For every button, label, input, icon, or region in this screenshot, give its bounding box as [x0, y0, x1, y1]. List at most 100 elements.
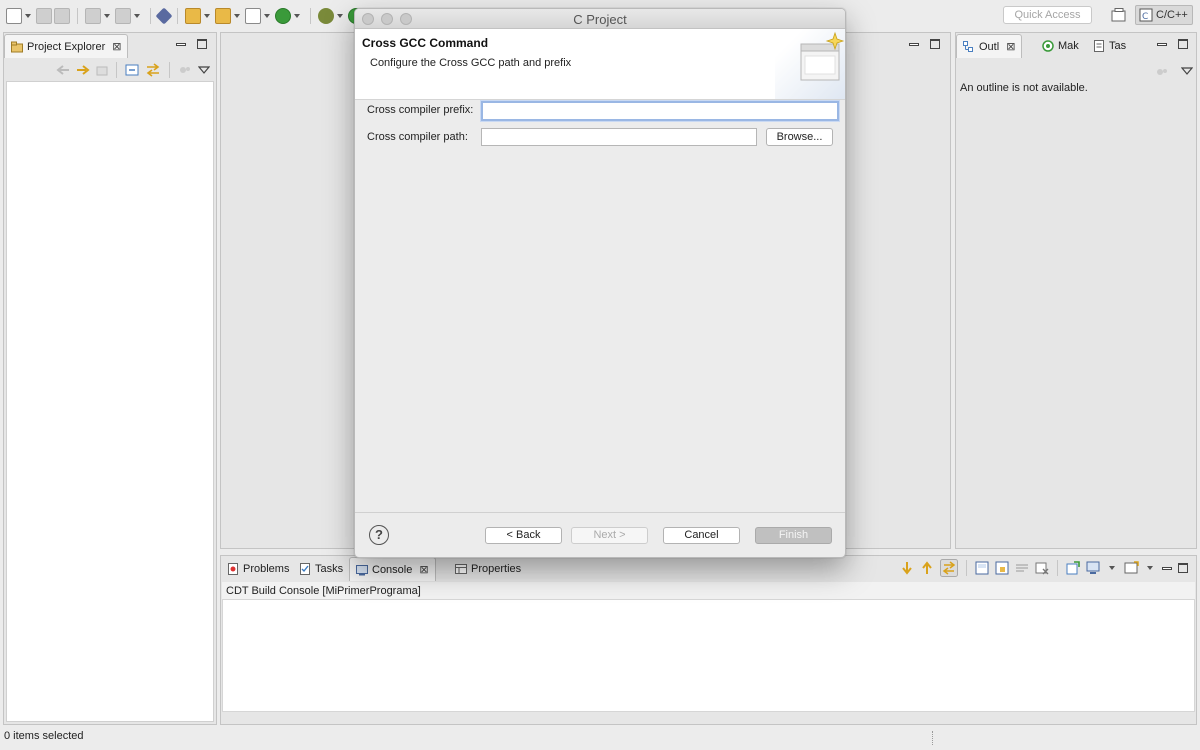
open-perspective-button[interactable]: [1108, 5, 1130, 25]
save-all-icon[interactable]: [54, 8, 70, 24]
pin-console-icon[interactable]: [1066, 561, 1080, 575]
tab-project-explorer[interactable]: Project Explorer ⊠: [4, 34, 129, 58]
project-explorer-toolbar: [4, 59, 216, 81]
build-dropdown-icon[interactable]: [134, 14, 140, 18]
project-tree[interactable]: [6, 81, 214, 722]
tab-tasks[interactable]: Tasks: [293, 557, 349, 581]
dialog-window-title: C Project: [573, 12, 627, 27]
toolbar-separator: [1057, 560, 1058, 576]
build-config-icon[interactable]: [85, 8, 101, 24]
forward-arrow-icon[interactable]: [76, 64, 90, 76]
new-class-dropdown-icon[interactable]: [294, 14, 300, 18]
up-folder-icon[interactable]: [96, 64, 108, 76]
minimize-icon[interactable]: [1157, 39, 1167, 49]
perspective-cpp-button[interactable]: C C/C++: [1135, 5, 1193, 25]
project-explorer-tabbar: Project Explorer ⊠: [4, 33, 216, 58]
tab-label: Outl: [979, 40, 1000, 53]
status-bar: 0 items selected: [0, 726, 1200, 750]
minimize-icon[interactable]: [1162, 563, 1172, 573]
outline-filter-icon[interactable]: [1155, 66, 1169, 78]
debug-icon[interactable]: [318, 8, 334, 24]
word-wrap-icon[interactable]: [1015, 561, 1029, 575]
task-list-icon: [1094, 40, 1104, 52]
tasks-icon: [300, 563, 310, 575]
close-icon[interactable]: ⊠: [419, 563, 428, 576]
new-dropdown-arrow-icon[interactable]: [25, 14, 31, 18]
toolbar-separator: [310, 8, 311, 24]
arrow-down-icon[interactable]: [900, 561, 914, 575]
save-icon[interactable]: [36, 8, 52, 24]
wizard-page-title: Cross GCC Command: [362, 36, 489, 50]
new-folder-dropdown-icon[interactable]: [234, 14, 240, 18]
tab-label: Console: [372, 563, 413, 576]
maximize-icon[interactable]: [197, 39, 207, 49]
open-console-dropdown-icon[interactable]: [1147, 566, 1153, 570]
outline-icon: [963, 40, 973, 52]
build-icon[interactable]: [115, 8, 131, 24]
prefix-label: Cross compiler prefix:: [367, 104, 474, 116]
console-output[interactable]: [222, 600, 1195, 712]
close-icon[interactable]: ⊠: [112, 40, 121, 53]
outline-empty-message: An outline is not available.: [960, 82, 1088, 94]
toolbar-separator: [169, 62, 170, 78]
tab-label: Tasks: [315, 563, 344, 575]
next-button[interactable]: Next >: [571, 527, 648, 544]
finish-button[interactable]: Finish: [755, 527, 832, 544]
new-c-project-icon[interactable]: [185, 8, 201, 24]
cancel-button[interactable]: Cancel: [663, 527, 740, 544]
collapse-all-icon[interactable]: [125, 64, 139, 76]
browse-button[interactable]: Browse...: [766, 128, 833, 146]
new-source-file-icon[interactable]: [245, 8, 261, 24]
status-divider: [932, 731, 933, 745]
display-console-icon[interactable]: [1086, 561, 1102, 575]
link-console-icon[interactable]: [940, 559, 958, 577]
cross-compiler-path-input[interactable]: [481, 128, 757, 146]
tab-properties[interactable]: Properties: [449, 557, 527, 581]
view-menu-chevron-icon[interactable]: [1181, 66, 1193, 76]
scroll-lock-icon[interactable]: [995, 561, 1009, 575]
link-with-editor-icon[interactable]: [145, 63, 161, 77]
new-wizard-icon: [800, 31, 845, 81]
tab-make-targets[interactable]: Mak: [1036, 34, 1085, 58]
display-console-dropdown-icon[interactable]: [1109, 566, 1115, 570]
open-perspective-icon: [1111, 8, 1126, 22]
filter-icon[interactable]: [178, 64, 192, 76]
build-config-dropdown-icon[interactable]: [104, 14, 110, 18]
pin-icon[interactable]: [155, 7, 173, 25]
console-tabbar: Problems Tasks Console ⊠ Properties: [221, 556, 1196, 581]
tab-outline[interactable]: Outl ⊠: [956, 34, 1023, 58]
clear-console-icon[interactable]: [975, 561, 989, 575]
new-source-dropdown-icon[interactable]: [264, 14, 270, 18]
help-icon[interactable]: ?: [369, 525, 389, 545]
wizard-page-header: Cross GCC Command Configure the Cross GC…: [355, 29, 845, 100]
close-icon[interactable]: ⊠: [1006, 40, 1015, 53]
new-source-folder-icon[interactable]: [215, 8, 231, 24]
tab-problems[interactable]: Problems: [221, 557, 295, 581]
maximize-icon[interactable]: [1178, 563, 1188, 573]
debug-dropdown-icon[interactable]: [337, 14, 343, 18]
properties-icon: [455, 564, 467, 574]
minimize-icon[interactable]: [909, 39, 919, 49]
new-project-dropdown-icon[interactable]: [204, 14, 210, 18]
tab-label: Properties: [471, 563, 522, 575]
arrow-up-icon[interactable]: [920, 561, 934, 575]
back-button[interactable]: < Back: [485, 527, 562, 544]
new-class-icon[interactable]: [275, 8, 291, 24]
quick-access-input[interactable]: Quick Access: [1003, 6, 1092, 24]
maximize-icon[interactable]: [1178, 39, 1188, 49]
toolbar-separator: [116, 62, 117, 78]
tab-task-list[interactable]: Tas: [1087, 34, 1132, 58]
view-menu-chevron-icon[interactable]: [198, 65, 210, 75]
open-console-icon[interactable]: [1124, 561, 1140, 575]
back-arrow-icon[interactable]: [56, 64, 70, 76]
toolbar-separator: [77, 8, 78, 24]
tab-console[interactable]: Console ⊠: [349, 557, 436, 581]
toolbar-separator: [150, 8, 151, 24]
maximize-icon[interactable]: [930, 39, 940, 49]
minimize-icon[interactable]: [176, 39, 186, 49]
cross-compiler-prefix-input[interactable]: [481, 101, 839, 121]
new-file-icon[interactable]: [6, 8, 22, 24]
remove-console-icon[interactable]: [1035, 561, 1049, 575]
dialog-divider: [355, 512, 845, 513]
path-label: Cross compiler path:: [367, 131, 468, 143]
